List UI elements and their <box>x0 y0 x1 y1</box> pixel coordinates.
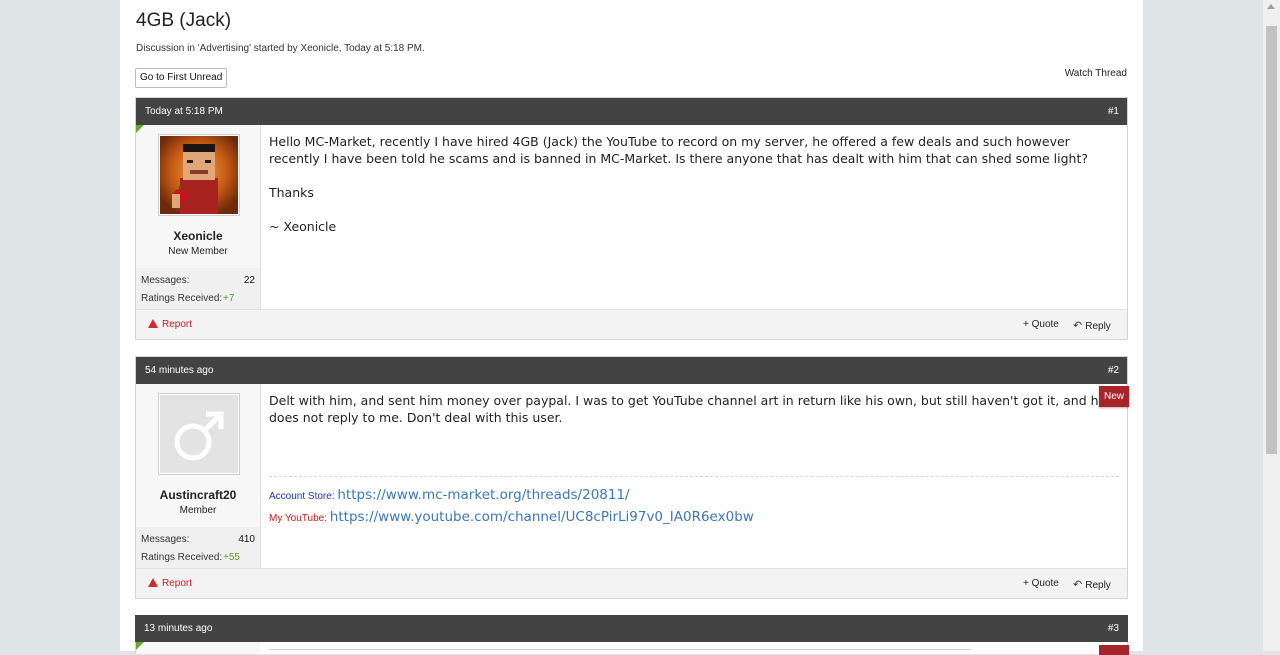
message-paragraph: Delt with him, and sent him money over p… <box>269 393 1107 425</box>
account-store-label: Account Store: <box>269 491 335 502</box>
youtube-label: My YouTube: <box>269 513 328 524</box>
thread-meta: Discussion in 'Advertising' started by X… <box>136 43 425 54</box>
user-info <box>136 642 260 654</box>
online-indicator <box>136 125 144 133</box>
post-header: 54 minutes ago #2 <box>136 357 1127 384</box>
post-divider <box>269 649 971 650</box>
avatar-image <box>160 136 238 214</box>
user-title: New Member <box>168 246 228 257</box>
signature-line: My YouTube: https://www.youtube.com/chan… <box>269 507 1119 529</box>
post-body: Austincraft20 Member Messages: 410 Ratin… <box>136 384 1127 598</box>
signature: Account Store: https://www.mc-market.org… <box>269 476 1119 529</box>
username[interactable]: Austincraft20 <box>136 488 260 502</box>
messages-count[interactable]: 410 <box>238 534 255 545</box>
messages-count[interactable]: 22 <box>244 275 255 286</box>
thread-page: 4GB (Jack) Discussion in 'Advertising' s… <box>120 0 1143 655</box>
warning-icon <box>148 578 158 587</box>
online-indicator <box>136 642 144 650</box>
scroll-up-arrow-icon[interactable] <box>1267 4 1275 9</box>
message-paragraph: ~ Xeonicle <box>269 219 337 234</box>
message-paragraph: Thanks <box>269 185 314 200</box>
post-date[interactable]: 54 minutes ago <box>145 357 213 384</box>
username[interactable]: Xeonicle <box>136 229 260 243</box>
go-to-first-unread-button[interactable]: Go to First Unread <box>135 68 228 88</box>
thread-title: 4GB (Jack) <box>136 10 232 31</box>
post-2: 54 minutes ago #2 Austincraft20 Member M… <box>135 356 1128 599</box>
report-link[interactable]: Report <box>148 319 192 330</box>
ratings-label: Ratings Received: <box>141 552 223 563</box>
quote-button[interactable]: + Quote <box>1023 319 1059 330</box>
warning-icon <box>148 319 158 328</box>
user-stats: Messages: 22 Ratings Received: +7 <box>136 268 260 312</box>
new-post-badge <box>1099 645 1129 655</box>
post-number[interactable]: #1 <box>1108 98 1119 125</box>
reply-button[interactable]: ↶ Reply <box>1073 319 1111 332</box>
post-date[interactable]: 13 minutes ago <box>144 615 212 642</box>
post-1: Today at 5:18 PM #1 Xeonicle New Member … <box>135 97 1128 340</box>
signature-line: Account Store: https://www.mc-market.org… <box>269 485 1119 507</box>
quote-button[interactable]: + Quote <box>1023 578 1059 589</box>
new-post-badge: New <box>1099 386 1129 407</box>
reply-button[interactable]: ↶ Reply <box>1073 578 1111 591</box>
post-body: Xeonicle New Member Messages: 22 Ratings… <box>136 125 1127 339</box>
post-number[interactable]: #2 <box>1108 357 1119 384</box>
reply-arrow-icon: ↶ <box>1073 320 1083 332</box>
report-link[interactable]: Report <box>148 578 192 589</box>
vertical-scrollbar[interactable] <box>1263 0 1280 651</box>
user-info: Xeonicle New Member Messages: 22 Ratings… <box>136 125 261 339</box>
post-message: Delt with him, and sent him money over p… <box>269 392 1119 426</box>
post-message: Hello MC-Market, recently I have hired 4… <box>269 133 1119 235</box>
ratings-count[interactable]: +55 <box>223 552 240 563</box>
post-3-header: 13 minutes ago #3 <box>135 615 1128 642</box>
user-info: Austincraft20 Member Messages: 410 Ratin… <box>136 384 261 598</box>
reply-arrow-icon: ↶ <box>1073 579 1083 591</box>
post-number[interactable]: #3 <box>1108 615 1119 642</box>
watch-thread-link[interactable]: Watch Thread <box>1065 68 1127 79</box>
account-store-link[interactable]: https://www.mc-market.org/threads/20811/ <box>337 487 629 503</box>
avatar[interactable] <box>158 134 240 216</box>
scrollbar-thumb[interactable] <box>1266 26 1277 454</box>
default-male-avatar-icon <box>160 395 238 473</box>
youtube-link[interactable]: https://www.youtube.com/channel/UC8cPirL… <box>330 509 754 525</box>
post-actions: Report + Quote ↶ Reply <box>136 309 1127 339</box>
ratings-count[interactable]: +7 <box>223 293 234 304</box>
post-actions: Report + Quote ↶ Reply <box>136 568 1127 598</box>
user-title: Member <box>179 505 217 516</box>
messages-label: Messages: <box>141 275 190 286</box>
avatar[interactable] <box>158 393 240 475</box>
post-header: Today at 5:18 PM #1 <box>136 98 1127 125</box>
messages-label: Messages: <box>141 534 190 545</box>
post-date[interactable]: Today at 5:18 PM <box>145 98 223 125</box>
user-stats: Messages: 410 Ratings Received: +55 <box>136 527 260 571</box>
ratings-label: Ratings Received: <box>141 293 223 304</box>
post-3-body <box>135 642 1128 654</box>
message-paragraph: Hello MC-Market, recently I have hired 4… <box>269 134 1089 166</box>
